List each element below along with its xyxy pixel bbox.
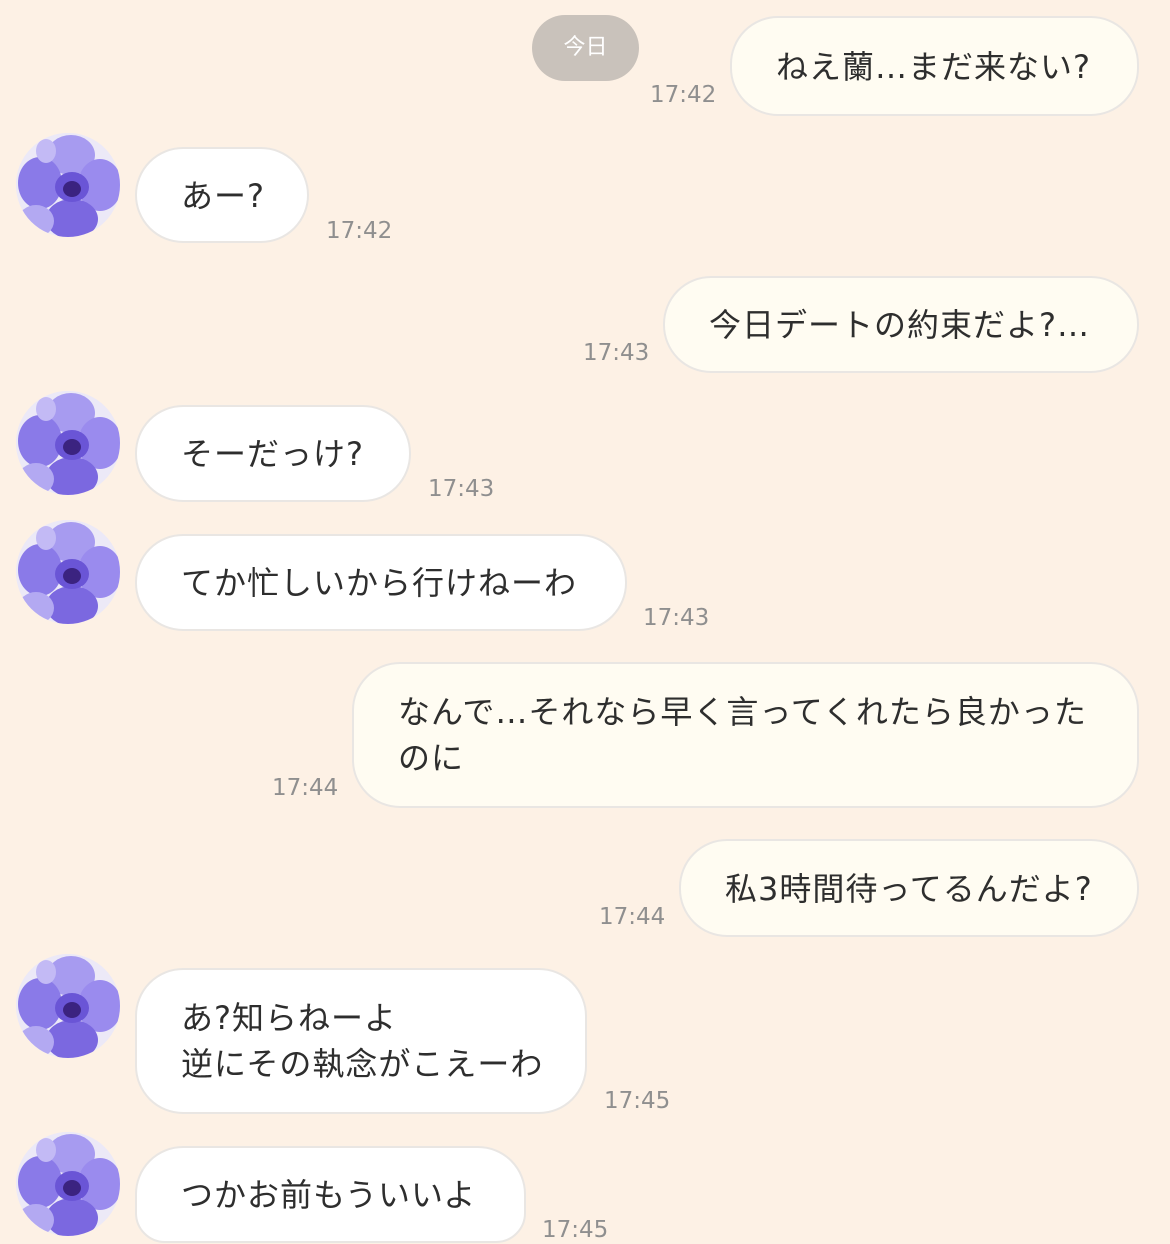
outgoing-message-bubble[interactable]: ねえ蘭…まだ来ない?	[730, 16, 1139, 116]
incoming-message-bubble[interactable]: そーだっけ?	[135, 405, 411, 502]
message-timestamp: 17:44	[599, 904, 666, 930]
message-timestamp: 17:45	[604, 1088, 671, 1114]
date-separator: 今日	[532, 15, 639, 81]
message-timestamp: 17:42	[650, 82, 717, 108]
outgoing-message-bubble[interactable]: 私3時間待ってるんだよ?	[679, 839, 1139, 937]
incoming-message-bubble[interactable]: つかお前もういいよ	[135, 1146, 526, 1243]
incoming-message-bubble[interactable]: てか忙しいから行けねーわ	[135, 534, 627, 631]
message-timestamp: 17:43	[428, 476, 495, 502]
purple-orchid-avatar-icon[interactable]	[16, 1132, 120, 1236]
message-timestamp: 17:42	[326, 218, 393, 244]
message-timestamp: 17:44	[272, 775, 339, 801]
purple-orchid-avatar-icon[interactable]	[16, 133, 120, 237]
purple-orchid-avatar-icon[interactable]	[16, 391, 120, 495]
outgoing-message-bubble[interactable]: なんで…それなら早く言ってくれたら良かった のに	[352, 662, 1139, 808]
purple-orchid-avatar-icon[interactable]	[16, 954, 120, 1058]
incoming-message-bubble[interactable]: あ?知らねーよ 逆にその執念がこえーわ	[135, 968, 587, 1114]
outgoing-message-bubble[interactable]: 今日デートの約束だよ?…	[663, 276, 1139, 373]
message-timestamp: 17:45	[542, 1217, 609, 1243]
message-timestamp: 17:43	[583, 340, 650, 366]
message-timestamp: 17:43	[643, 605, 710, 631]
incoming-message-bubble[interactable]: あー?	[135, 147, 309, 243]
chat-history[interactable]: 今日 ねえ蘭…まだ来ない? 17:42 あー? 17:42 今日デートの約束だよ…	[0, 0, 1170, 1243]
purple-orchid-avatar-icon[interactable]	[16, 520, 120, 624]
